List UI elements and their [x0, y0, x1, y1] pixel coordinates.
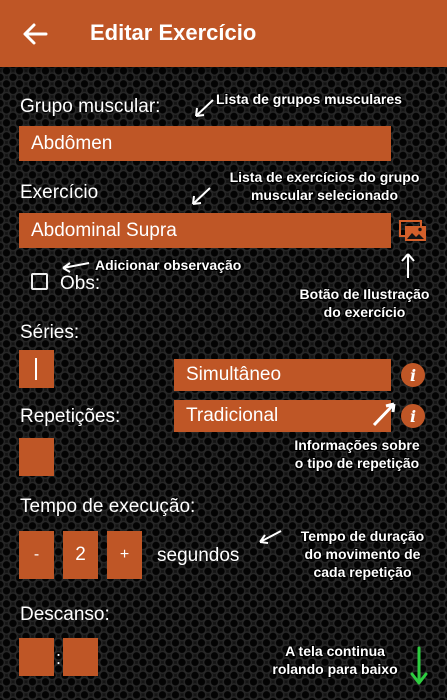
annotation-observacao: Adicionar observação	[95, 257, 242, 273]
grupo-muscular-label: Grupo muscular:	[20, 96, 161, 117]
exercicio-label: Exercício	[20, 182, 99, 203]
annotation-grupos: Lista de grupos musculares	[216, 91, 402, 107]
annotation-tempo-line1: Tempo de duração	[300, 528, 425, 544]
annotation-ilustracao-line1: Botão de Ilustração	[299, 286, 430, 302]
tradicional-option[interactable]: Tradicional	[174, 400, 391, 432]
decrement-button[interactable]: -	[19, 531, 54, 579]
annotation-tempo-line3: cada repetição	[313, 564, 412, 580]
series-input[interactable]	[19, 350, 54, 388]
segundos-label: segundos	[157, 545, 240, 566]
repeticoes-input[interactable]	[19, 438, 54, 476]
app-bar: Editar Exercício	[0, 0, 447, 67]
tempo-execucao-label: Tempo de execução:	[20, 496, 196, 517]
annotation-scroll-line2: rolando para baixo	[272, 661, 398, 677]
down-arrow-icon	[410, 646, 428, 685]
annotation-info-line1: Informações sobre	[294, 437, 420, 453]
back-arrow-icon[interactable]	[22, 22, 48, 46]
obs-checkbox[interactable]	[31, 273, 48, 290]
page-title: Editar Exercício	[90, 20, 257, 45]
tempo-execucao-input[interactable]: 2	[63, 531, 98, 579]
descanso-separator: :	[56, 648, 62, 668]
image-gallery-icon[interactable]	[399, 220, 427, 242]
annotation-exercicios-line2: muscular selecionado	[250, 187, 399, 203]
info-icon[interactable]: i	[401, 363, 425, 387]
increment-button[interactable]: +	[107, 531, 142, 579]
obs-label: Obs:	[60, 273, 101, 294]
descanso-label: Descanso:	[20, 604, 110, 625]
simultaneo-option[interactable]: Simultâneo	[174, 359, 391, 391]
descanso-seconds-input[interactable]	[63, 638, 98, 676]
descanso-minutes-input[interactable]	[19, 638, 54, 676]
annotation-info-line2: o tipo de repetição	[294, 455, 420, 471]
repeticoes-label: Repetições:	[20, 406, 121, 427]
annotation-ilustracao-line2: do exercício	[323, 304, 406, 320]
text-cursor	[35, 358, 37, 380]
series-label: Séries:	[20, 322, 80, 343]
annotation-scroll-line1: A tela continua	[285, 643, 385, 659]
annotation-exercicios-line1: Lista de exercícios do grupo	[229, 169, 420, 185]
exercicio-select[interactable]: Abdominal Supra	[19, 213, 391, 248]
info-icon[interactable]: i	[401, 404, 425, 428]
annotation-tempo-line2: do movimento de	[304, 546, 421, 562]
grupo-muscular-select[interactable]: Abdômen	[19, 126, 391, 161]
